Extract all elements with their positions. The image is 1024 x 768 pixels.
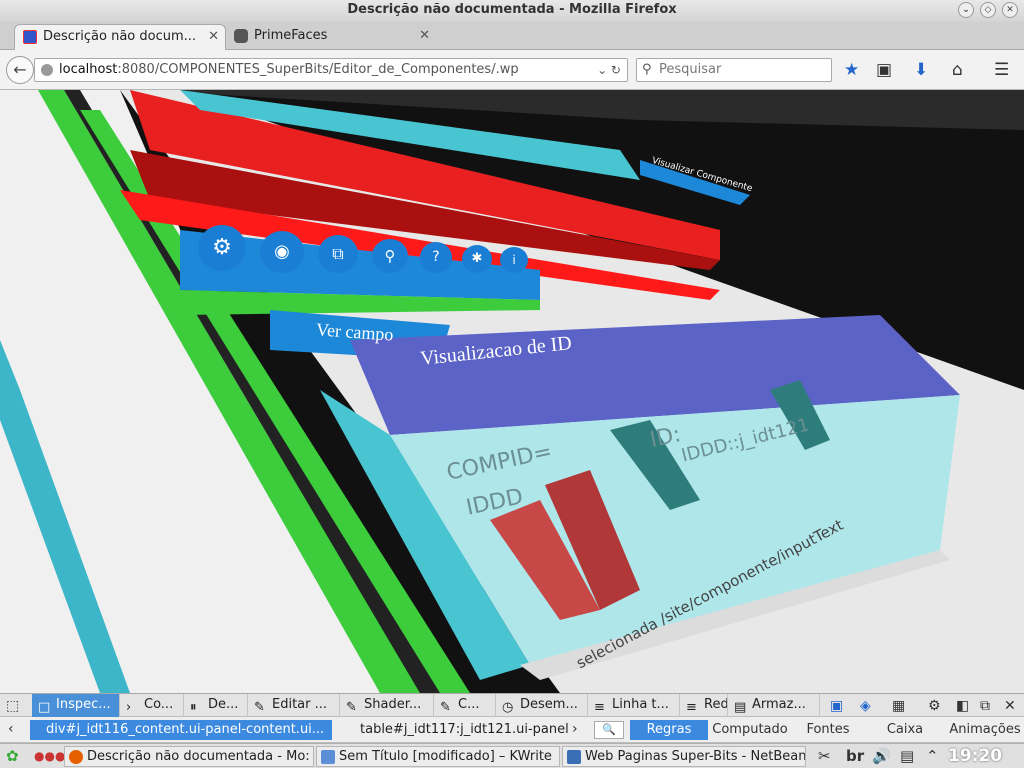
resize-icon[interactable]: ⧉: [318, 235, 358, 273]
breadcrumb-table[interactable]: table#j_idt117:j_idt121.ui-panelgr: [346, 720, 568, 740]
keyboard-layout[interactable]: br: [846, 746, 864, 766]
devtools-tab-inspector[interactable]: □ Inspec...: [32, 694, 120, 717]
minimize-icon[interactable]: ⌄: [958, 2, 974, 18]
eye-icon[interactable]: ◉: [260, 231, 304, 273]
settings-icon[interactable]: ✱: [462, 245, 492, 273]
system-taskbar: ✿ ●●● Descrição não documentada - Mo: Se…: [0, 743, 1024, 768]
devtools-breadcrumbs: ‹ div#j_idt116_content.ui-panel-content.…: [0, 717, 1024, 743]
chevron-left-icon[interactable]: ‹: [8, 719, 14, 739]
devtools-tab-shader[interactable]: ✎ Shader...: [340, 694, 434, 717]
primefaces-favicon-icon: [234, 29, 248, 43]
globe-icon: [41, 64, 53, 76]
help-icon[interactable]: ?: [420, 242, 452, 273]
maximize-icon[interactable]: ◇: [980, 2, 996, 18]
screenshot-icon[interactable]: ▦: [892, 696, 905, 716]
home-icon[interactable]: ⌂: [952, 60, 963, 80]
tab-label: PrimeFaces: [254, 28, 328, 43]
ver-campo-label: Ver campo: [315, 319, 395, 345]
tab-primefaces[interactable]: PrimeFaces ✕: [226, 24, 436, 50]
task-netbeans[interactable]: Web Paginas Super-Bits - NetBeans: [562, 746, 806, 767]
pager-icon[interactable]: ●●●: [34, 746, 65, 766]
devtools-toolbar: ⬚ □ Inspec... › Co... ⏸ De... ✎ Editar ... ✎…: [0, 693, 1024, 717]
reading-list-icon[interactable]: ▣: [876, 60, 892, 80]
window-title: Descrição não documentada - Mozilla Fire…: [347, 2, 677, 17]
info-icon[interactable]: i: [500, 247, 528, 273]
search-input[interactable]: ⚲ Pesquisar: [636, 58, 832, 82]
tab-label: Descrição não docum...: [43, 29, 197, 44]
window-titlebar: Descrição não documentada - Mozilla Fire…: [0, 0, 1024, 22]
devtools-tab-debugger[interactable]: ⏸ De...: [184, 694, 248, 717]
reload-icon[interactable]: ⌄ ↻: [597, 59, 621, 81]
tab-descricao[interactable]: Descrição não docum... ✕: [14, 24, 226, 50]
menu-icon[interactable]: ☰: [994, 60, 1009, 80]
pin-icon[interactable]: ⚲: [372, 239, 408, 273]
dock-side-icon[interactable]: ◧: [956, 696, 969, 716]
bookmark-star-icon[interactable]: ★: [844, 60, 859, 80]
tab-box[interactable]: Caixa: [866, 720, 944, 740]
filter-styles-input[interactable]: 🔍: [594, 721, 624, 739]
url-path: :8080/COMPONENTES_SuperBits/Editor_de_Co…: [117, 62, 519, 77]
url-bar[interactable]: localhost:8080/COMPONENTES_SuperBits/Edi…: [34, 58, 628, 82]
task-firefox[interactable]: Descrição não documentada - Mo:: [64, 746, 314, 767]
breadcrumb-div[interactable]: div#j_idt116_content.ui-panel-content.ui…: [30, 720, 332, 740]
devtools-tab-network[interactable]: ≡Rede: [680, 694, 728, 717]
url-host: localhost: [59, 62, 118, 77]
devtools-tab-console[interactable]: › Co...: [120, 694, 184, 717]
tab-animations[interactable]: Animações: [946, 720, 1024, 740]
undock-icon[interactable]: ⧉: [980, 696, 990, 716]
netbeans-icon: [567, 750, 581, 764]
devtools-tab-performance[interactable]: ◷ Desem...: [496, 694, 588, 717]
firefox-icon: [69, 750, 83, 764]
tab-fonts[interactable]: Fontes: [792, 720, 864, 740]
task-kwrite[interactable]: Sem Título [modificado] – KWrite: [316, 746, 560, 767]
search-placeholder: Pesquisar: [659, 62, 722, 77]
devtools-tab-timeline[interactable]: ≡ Linha t...: [588, 694, 680, 717]
tab-computed[interactable]: Computado: [710, 720, 790, 740]
downloads-icon[interactable]: ⬇: [914, 60, 928, 80]
volume-icon[interactable]: 🔊: [872, 746, 891, 766]
tab-strip: Descrição não docum... ✕ PrimeFaces ✕ +: [0, 22, 1024, 69]
close-window-icon[interactable]: ✕: [1002, 2, 1018, 18]
clock: 19:20: [948, 746, 1003, 766]
tools-icon[interactable]: ✂: [818, 746, 831, 766]
icon-row: ⚙ ◉ ⧉ ⚲ ? ✱ i: [190, 225, 540, 275]
devtools-tab-storage[interactable]: ▤ Armaz...: [728, 694, 820, 717]
close-devtools-icon[interactable]: ✕: [1004, 696, 1016, 716]
pick-element-icon[interactable]: ⬚: [6, 696, 19, 716]
devtools-tab-canvas[interactable]: ✎ C...: [434, 694, 496, 717]
close-tab-icon[interactable]: ✕: [419, 24, 430, 48]
3d-page-view[interactable]: Ver campo Visualizacao de ID COMPID= IDD…: [0, 90, 1024, 693]
page-favicon-icon: [23, 30, 37, 44]
3d-scene: [0, 90, 1024, 693]
gear-icon[interactable]: ⚙: [198, 225, 246, 271]
search-icon: ⚲: [642, 62, 652, 77]
tab-rules[interactable]: Regras: [630, 720, 708, 740]
back-button[interactable]: ←: [6, 56, 34, 84]
devtools-tab-style-editor[interactable]: ✎ Editar ...: [248, 694, 340, 717]
kwrite-icon: [321, 750, 335, 764]
close-tab-icon[interactable]: ✕: [208, 25, 219, 49]
clipboard-icon[interactable]: ▤: [900, 746, 914, 766]
tray-expand-icon[interactable]: ⌃: [926, 746, 939, 766]
3d-view-icon[interactable]: ◈: [860, 696, 871, 716]
app-menu-icon[interactable]: ✿: [6, 746, 19, 766]
chevron-right-icon[interactable]: ›: [572, 719, 578, 739]
navigation-toolbar: ← localhost:8080/COMPONENTES_SuperBits/E…: [0, 50, 1024, 90]
scratchpad-icon[interactable]: ▣: [830, 696, 843, 716]
gear-icon[interactable]: ⚙: [928, 696, 941, 716]
